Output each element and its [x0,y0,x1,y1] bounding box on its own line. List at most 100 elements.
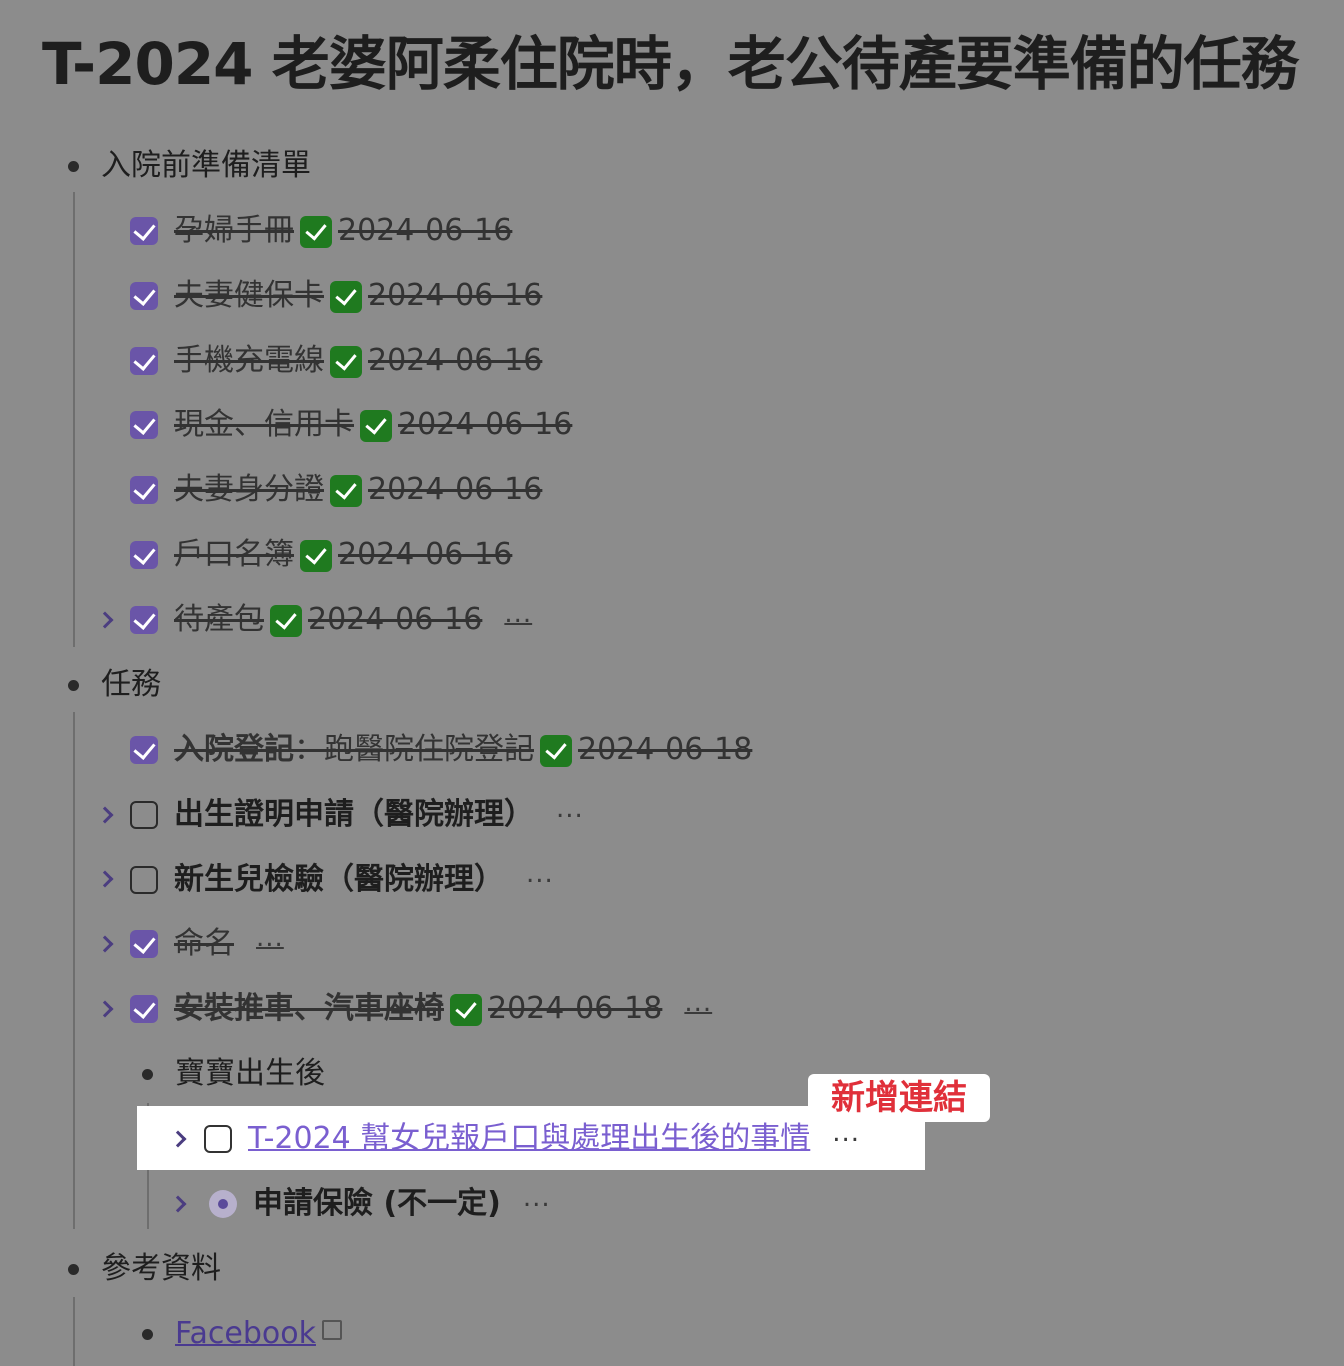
external-link-icon [321,1320,342,1340]
bullet-icon[interactable] [68,160,79,172]
checkbox-checked-icon[interactable] [130,541,158,569]
chevron-right-icon[interactable] [96,935,114,953]
subsection-label: 寶寶出生後 [175,1056,325,1091]
done-date: 2024-06-16 [338,213,513,248]
checkbox-checked-icon[interactable] [130,736,158,764]
task-item: T-2024 幫女兒報戶口與處理出生後的事情 ... [204,1112,860,1166]
checkbox-checked-icon[interactable] [130,411,158,439]
task-label: 申請保險 (不一定) [253,1186,501,1221]
more-ellipsis[interactable]: ... [523,1183,551,1213]
task-item: 出生證明申請（醫院辦理） ... [130,788,584,842]
task-label: 出生證明申請（醫院辦理） [174,797,534,832]
task-text: 待產包 2024-06-16 [174,593,482,647]
more-ellipsis[interactable]: ... [256,923,284,953]
more-ellipsis[interactable]: ... [832,1118,860,1148]
more-ellipsis[interactable]: ... [556,794,584,824]
task-item: 入院登記：跑醫院住院登記 2024-06-18 [130,723,752,777]
check-mark-icon [300,539,332,572]
check-mark-icon [330,474,362,507]
done-date: 2024-06-18 [488,991,663,1026]
done-date: 2024-06-16 [398,407,573,442]
task-label: 現金、信用卡 [174,407,354,442]
task-label: 安裝推車、汽車座椅 [174,991,444,1026]
checkbox-checked-icon[interactable] [130,930,158,958]
checkbox-checked-icon[interactable] [130,347,158,375]
more-ellipsis[interactable]: ... [526,859,554,889]
section-heading[interactable]: 參考資料 [68,1242,221,1296]
checkbox-empty-icon[interactable] [130,801,158,829]
bullet-icon[interactable] [68,679,79,691]
chevron-right-icon[interactable] [96,870,114,888]
subsection-heading[interactable]: 寶寶出生後 [142,1047,325,1101]
task-label: 命名 [174,926,234,961]
checkbox-empty-icon[interactable] [204,1125,232,1153]
more-ellipsis[interactable]: ... [684,988,712,1018]
task-text: 夫妻身分證 2024-06-16 [174,463,542,517]
task-item: 戶口名簿 2024-06-16 [130,528,512,582]
checkbox-checked-icon[interactable] [130,606,158,634]
task-item: 待產包 2024-06-16 ... [130,593,532,647]
done-date: 2024-06-16 [368,472,543,507]
task-item: 手機充電線 2024-06-16 [130,334,542,388]
indent-guide [73,1297,75,1366]
checkbox-checked-icon[interactable] [130,282,158,310]
in-progress-icon[interactable] [209,1190,237,1218]
task-item: 新生兒檢驗（醫院辦理） ... [130,853,554,907]
section-label: 任務 [101,667,161,702]
checkbox-checked-icon[interactable] [130,476,158,504]
task-item: 現金、信用卡 2024-06-16 [130,398,572,452]
checkbox-checked-icon[interactable] [130,995,158,1023]
task-text: 夫妻健保卡 2024-06-16 [174,269,542,323]
task-label-bold: 入院登記 [174,732,294,767]
bullet-icon[interactable] [142,1068,153,1080]
task-label: 夫妻身分證 [174,472,324,507]
task-label: 孕婦手冊 [174,213,294,248]
done-date: 2024-06-18 [578,732,753,767]
chevron-right-icon[interactable] [96,1000,114,1018]
section-label: 入院前準備清單 [101,148,311,183]
chevron-right-icon[interactable] [96,611,114,629]
task-label: 夫妻健保卡 [174,278,324,313]
task-label: 待產包 [174,602,264,637]
task-item: 申請保險 (不一定) ... [209,1177,551,1231]
list-item: Facebook [142,1307,342,1361]
checkbox-checked-icon[interactable] [130,217,158,245]
task-text: 入院登記：跑醫院住院登記 2024-06-18 [174,723,752,777]
checkbox-empty-icon[interactable] [130,866,158,894]
chevron-right-icon[interactable] [169,1195,187,1213]
task-item: 安裝推車、汽車座椅 2024-06-18 ... [130,982,712,1036]
task-item: 夫妻身分證 2024-06-16 [130,463,542,517]
check-mark-icon [270,604,302,637]
task-label: 手機充電線 [174,343,324,378]
task-item: 命名 ... [130,917,284,971]
task-text: 手機充電線 2024-06-16 [174,334,542,388]
task-text: 戶口名簿 2024-06-16 [174,528,512,582]
task-label: 戶口名簿 [174,537,294,572]
task-item: 夫妻健保卡 2024-06-16 [130,269,542,323]
section-heading[interactable]: 任務 [68,658,161,712]
page-link[interactable]: T-2024 幫女兒報戶口與處理出生後的事情 [248,1112,810,1166]
done-date: 2024-06-16 [368,278,543,313]
done-date: 2024-06-16 [368,343,543,378]
done-date: 2024-06-16 [338,537,513,572]
task-label: ：跑醫院住院登記 [294,732,534,767]
page-title: T-2024 老婆阿柔住院時，老公待產要準備的任務 [42,30,1299,98]
check-mark-icon [300,215,332,248]
section-label: 參考資料 [101,1251,221,1286]
external-link[interactable]: Facebook [175,1307,316,1361]
section-heading[interactable]: 入院前準備清單 [68,139,311,193]
done-date: 2024-06-16 [308,602,483,637]
task-text: 孕婦手冊 2024-06-16 [174,204,512,258]
check-mark-icon [450,993,482,1026]
bullet-icon[interactable] [68,1263,79,1275]
check-mark-icon [360,409,392,442]
bullet-icon[interactable] [142,1328,153,1340]
task-text: 安裝推車、汽車座椅 2024-06-18 [174,982,662,1036]
task-label: 新生兒檢驗（醫院辦理） [174,862,504,897]
task-item: 孕婦手冊 2024-06-16 [130,204,512,258]
check-mark-icon [330,345,362,378]
chevron-right-icon[interactable] [96,806,114,824]
task-text: 現金、信用卡 2024-06-16 [174,398,572,452]
more-ellipsis[interactable]: ... [504,599,532,629]
indent-guide [73,712,75,1229]
